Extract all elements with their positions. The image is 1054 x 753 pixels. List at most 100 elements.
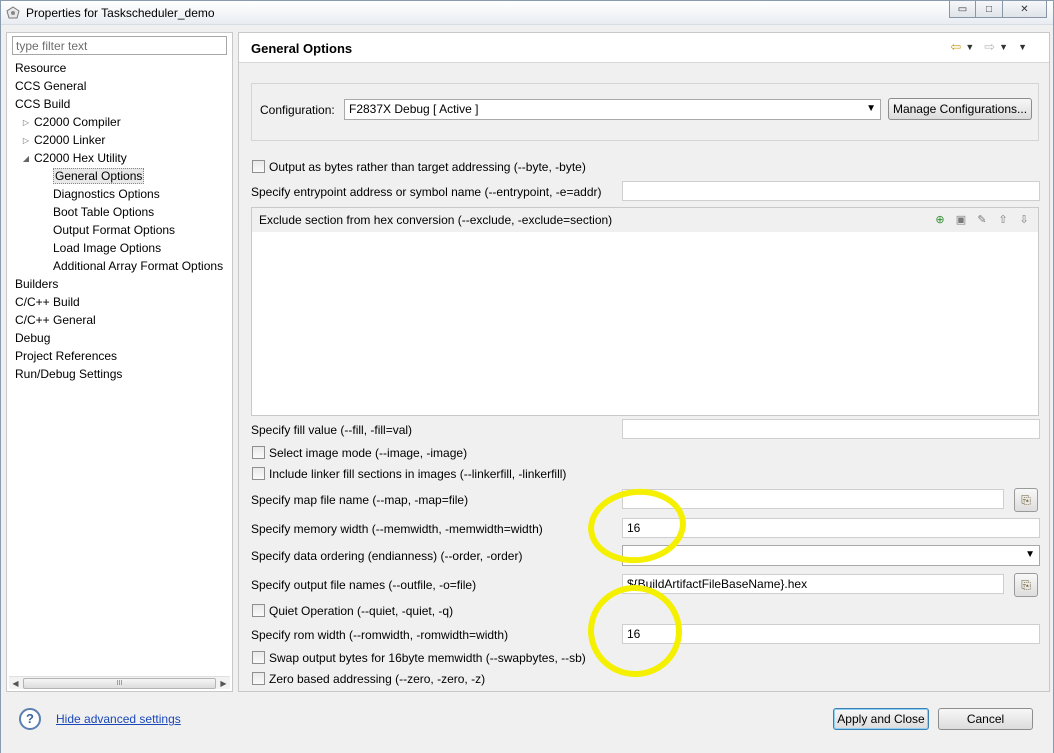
tree-item[interactable]: Debug [15, 330, 50, 347]
tree-item[interactable]: Run/Debug Settings [15, 366, 122, 383]
scroll-thumb[interactable]: III [23, 678, 216, 689]
browse-file-icon: ⎘ [1021, 493, 1031, 507]
quiet-label: Quiet Operation (--quiet, -quiet, -q) [269, 604, 454, 618]
minimize-button[interactable]: ▭ [949, 1, 976, 18]
move-down-icon[interactable]: ⇩ [1016, 212, 1032, 228]
fill-value-input[interactable] [622, 419, 1040, 439]
tree-item[interactable]: Builders [15, 276, 58, 293]
zero-addressing-checkbox-row[interactable]: Zero based addressing (--zero, -zero, -z… [252, 672, 485, 688]
data-ordering-select[interactable]: ▼ [622, 545, 1040, 566]
entrypoint-label: Specify entrypoint address or symbol nam… [251, 185, 602, 199]
move-up-icon[interactable]: ⇧ [995, 212, 1011, 228]
filter-input[interactable] [12, 36, 227, 55]
tree-item[interactable]: ▷ C2000 Compiler [23, 114, 121, 131]
map-file-input[interactable] [622, 489, 1004, 509]
collapsed-arrow-icon[interactable]: ▷ [21, 114, 31, 131]
tree-item[interactable]: CCS General [15, 78, 86, 95]
cancel-button[interactable]: Cancel [938, 708, 1033, 730]
edit-icon[interactable]: ✎ [974, 212, 990, 228]
image-mode-checkbox-row[interactable]: Select image mode (--image, -image) [252, 446, 467, 462]
tree-item-label: Resource [15, 61, 67, 75]
tree-item[interactable]: Resource [15, 60, 66, 77]
output-bytes-checkbox-row[interactable]: Output as bytes rather than target addre… [252, 160, 586, 176]
tree-item[interactable]: ▷ C2000 Linker [23, 132, 105, 149]
tree-item-label: Project References [15, 349, 118, 363]
forward-arrow-icon[interactable]: ⇨ [984, 39, 995, 55]
configuration-select[interactable]: F2837X Debug [ Active ] ▼ [344, 99, 881, 120]
collapsed-arrow-icon[interactable]: ▷ [21, 132, 31, 149]
romwidth-label: Specify rom width (--romwidth, -romwidth… [251, 628, 509, 642]
image-mode-label: Select image mode (--image, -image) [269, 446, 468, 460]
page-title: General Options [251, 41, 353, 56]
tree-item-label: CCS Build [15, 97, 71, 111]
image-mode-checkbox[interactable] [252, 446, 265, 459]
apply-and-close-button[interactable]: Apply and Close [833, 708, 929, 730]
memwidth-label: Specify memory width (--memwidth, -memwi… [251, 522, 543, 536]
romwidth-input[interactable]: 16 [622, 624, 1040, 644]
tree-item-label: Boot Table Options [53, 205, 155, 219]
tree-item[interactable]: Additional Array Format Options [53, 258, 223, 275]
outfile-browse-button[interactable]: ⎘ [1014, 573, 1038, 597]
tree-item[interactable]: Boot Table Options [53, 204, 154, 221]
tree-item[interactable]: C/C++ General [15, 312, 96, 329]
tree-item[interactable]: Project References [15, 348, 117, 365]
back-arrow-icon[interactable]: ⇦ [950, 39, 961, 55]
quiet-checkbox-row[interactable]: Quiet Operation (--quiet, -quiet, -q) [252, 604, 453, 620]
outfile-input[interactable]: ${BuildArtifactFileBaseName}.hex [622, 574, 1004, 594]
back-dropdown-icon[interactable]: ▼ [965, 42, 974, 52]
quiet-checkbox[interactable] [252, 604, 265, 617]
linker-fill-label: Include linker fill sections in images (… [269, 467, 567, 481]
tree-item-label: C/C++ General [15, 313, 96, 327]
tree-item-label: Builders [15, 277, 59, 291]
fill-value-label: Specify fill value (--fill, -fill=val) [251, 423, 413, 437]
maximize-button[interactable]: □ [976, 1, 1003, 18]
tree-item-label: Load Image Options [53, 241, 162, 255]
tree-item-label: Debug [15, 331, 51, 345]
browse-file-icon: ⎘ [1021, 578, 1031, 592]
memwidth-input[interactable]: 16 [622, 518, 1040, 538]
preference-tree-panel: Resource CCS General CCS Build ▷C2000 Compi… [6, 32, 233, 692]
tree-item-label: CCS General [15, 79, 87, 93]
delete-icon[interactable]: ▣ [953, 212, 969, 228]
configuration-value: F2837X Debug [ Active ] [349, 102, 479, 116]
hide-advanced-link[interactable]: Hide advanced settings [56, 712, 181, 726]
tree-item-label: Additional Array Format Options [53, 259, 224, 273]
view-menu-icon[interactable]: ▼ [1018, 42, 1027, 52]
tree-item[interactable]: Load Image Options [53, 240, 161, 257]
tree-item[interactable]: CCS Build [15, 96, 70, 113]
entrypoint-input[interactable] [622, 181, 1040, 201]
add-icon[interactable]: ⊕ [932, 212, 948, 228]
output-bytes-checkbox[interactable] [252, 160, 265, 173]
swap-bytes-checkbox-row[interactable]: Swap output bytes for 16byte memwidth (-… [252, 651, 586, 667]
linker-fill-checkbox[interactable] [252, 467, 265, 480]
exclude-section-title: Exclude section from hex conversion (--e… [259, 213, 613, 227]
tree-item[interactable]: Output Format Options [53, 222, 175, 239]
swap-bytes-checkbox[interactable] [252, 651, 265, 664]
forward-dropdown-icon[interactable]: ▼ [999, 42, 1008, 52]
properties-dialog: Properties for Taskscheduler_demo ▭ □ ✕ … [0, 0, 1054, 753]
page-header: General Options ⇦ ▼ ⇨ ▼ ▼ [239, 33, 1049, 63]
dialog-button-bar: ? Hide advanced settings Apply and Close… [1, 695, 1053, 753]
scroll-left-icon[interactable]: ◀ [9, 677, 22, 690]
title-bar: Properties for Taskscheduler_demo ▭ □ ✕ [1, 1, 1053, 25]
outfile-label: Specify output file names (--outfile, -o… [251, 578, 477, 592]
window-title: Properties for Taskscheduler_demo [26, 6, 215, 20]
zero-addressing-checkbox[interactable] [252, 672, 265, 685]
close-button[interactable]: ✕ [1003, 1, 1047, 18]
help-icon[interactable]: ? [19, 708, 41, 730]
configuration-group: Configuration: F2837X Debug [ Active ] ▼… [251, 83, 1039, 141]
data-ordering-label: Specify data ordering (endianness) (--or… [251, 549, 523, 563]
tree-item-label: General Options [53, 168, 145, 184]
tree-item[interactable]: General Options [53, 168, 145, 185]
scroll-right-icon[interactable]: ▶ [217, 677, 230, 690]
horizontal-scrollbar[interactable]: ◀ III ▶ [9, 676, 230, 689]
linker-fill-checkbox-row[interactable]: Include linker fill sections in images (… [252, 467, 566, 483]
exclude-section-list[interactable]: Exclude section from hex conversion (--e… [251, 207, 1039, 416]
tree-item[interactable]: ◢ C2000 Hex Utility [23, 150, 127, 167]
tree-item[interactable]: Diagnostics Options [53, 186, 160, 203]
map-file-browse-button[interactable]: ⎘ [1014, 488, 1038, 512]
manage-configurations-button[interactable]: Manage Configurations... [888, 98, 1032, 120]
app-icon [6, 6, 20, 19]
tree-item[interactable]: C/C++ Build [15, 294, 80, 311]
expanded-arrow-icon[interactable]: ◢ [21, 150, 31, 167]
